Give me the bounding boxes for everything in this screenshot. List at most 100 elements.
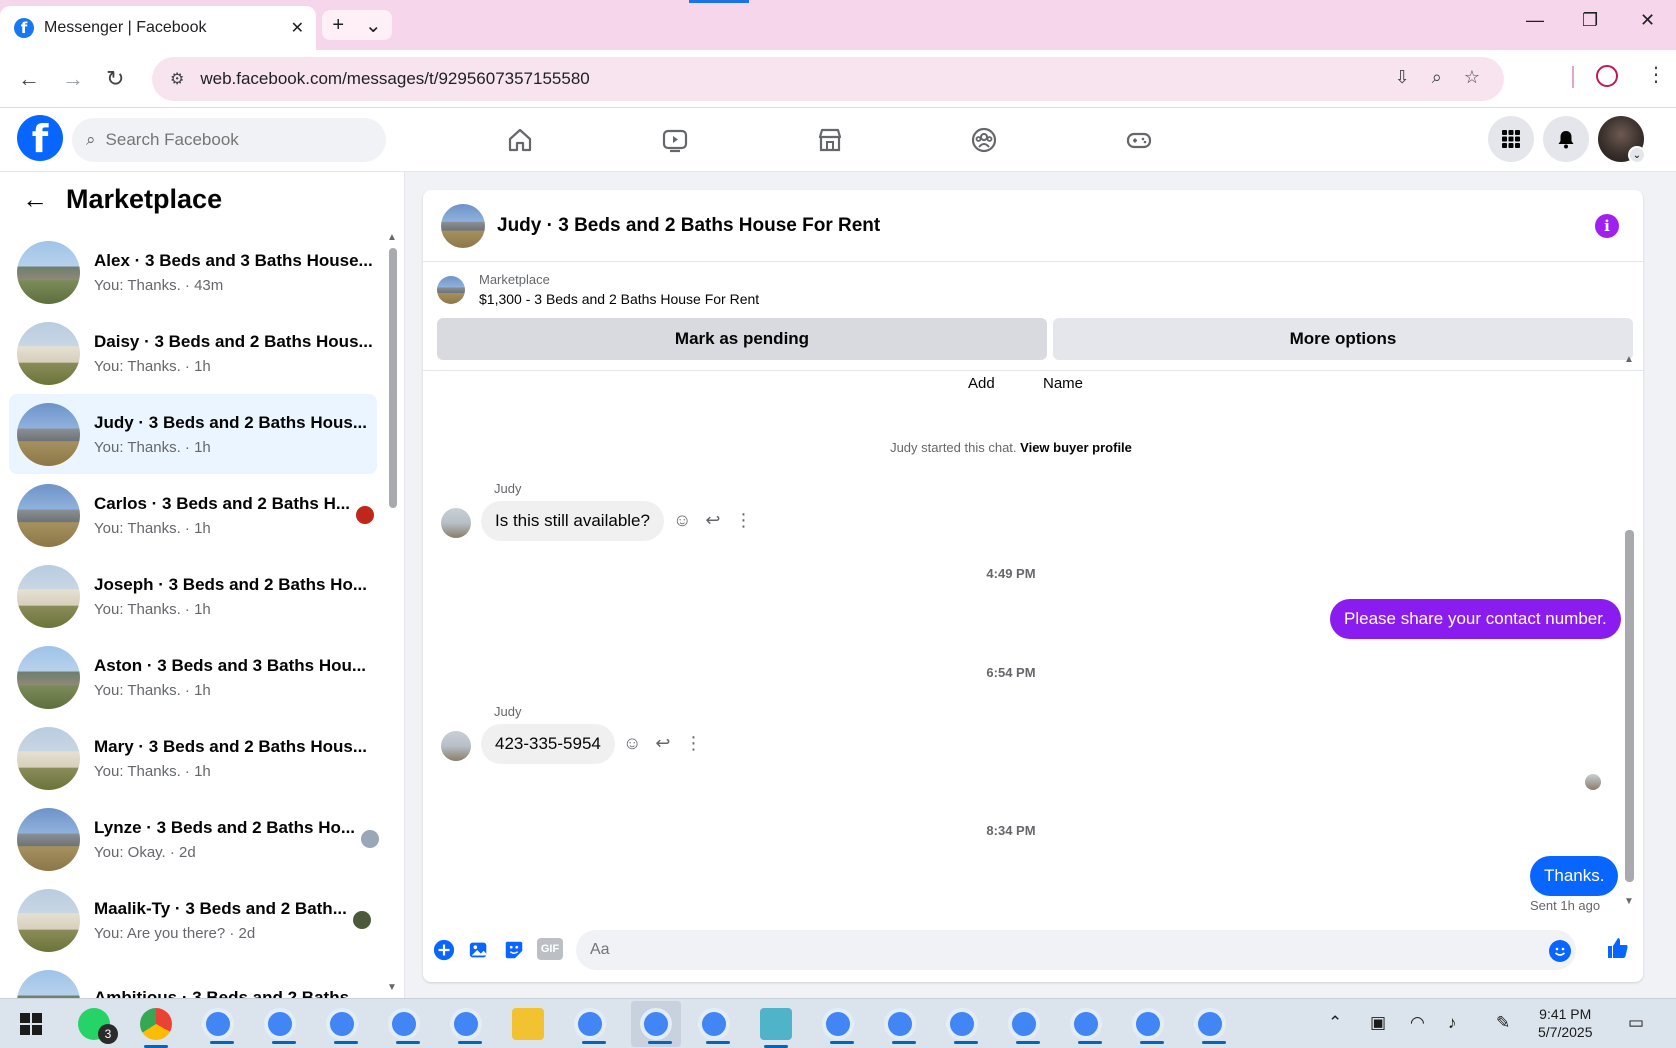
- add-attachment-icon[interactable]: [432, 938, 456, 962]
- photo-icon[interactable]: [467, 938, 491, 962]
- chrome-profile-icon[interactable]: [1194, 1008, 1226, 1044]
- chrome-profile-icon[interactable]: [202, 1008, 234, 1044]
- marketplace-icon[interactable]: [808, 118, 852, 162]
- conversation-item[interactable]: Maalik-Ty · 3 Beds and 2 Bath... You: Are…: [9, 880, 377, 960]
- chrome-profile-icon[interactable]: [1070, 1008, 1102, 1044]
- conversation-text: Carlos · 3 Beds and 2 Baths H... You: Tha…: [94, 494, 350, 537]
- reply-icon[interactable]: ↩: [655, 733, 670, 754]
- chevron-up-icon[interactable]: ⌃: [1328, 1013, 1342, 1033]
- chrome-profile-icon[interactable]: [946, 1008, 978, 1044]
- account-avatar[interactable]: ⌄: [1598, 116, 1646, 164]
- more-options-button[interactable]: More options: [1053, 318, 1633, 360]
- chrome-profile-icon[interactable]: [640, 1008, 672, 1044]
- url-text[interactable]: web.facebook.com/messages/t/929560735715…: [200, 69, 589, 89]
- conversation-item[interactable]: Ambitious · 3 Beds and 2 Baths ...: [9, 961, 377, 998]
- conversation-item[interactable]: Alex · 3 Beds and 3 Baths House... You: T…: [9, 232, 377, 312]
- reload-icon[interactable]: ↻: [106, 66, 124, 92]
- chat-scrollbar[interactable]: [1625, 530, 1634, 882]
- gaming-icon[interactable]: [1117, 118, 1161, 162]
- react-icon[interactable]: ☺: [623, 733, 641, 754]
- view-buyer-profile-link[interactable]: View buyer profile: [1020, 440, 1132, 455]
- chat-listing-thumbnail[interactable]: [441, 203, 485, 248]
- tab-close-icon[interactable]: ✕: [291, 18, 304, 38]
- scroll-down-icon[interactable]: ▼: [387, 982, 397, 993]
- sidebar-scrollbar[interactable]: [389, 248, 397, 508]
- install-app-icon[interactable]: ⇩: [1395, 67, 1410, 88]
- mark-as-pending-button[interactable]: Mark as pending: [437, 318, 1047, 360]
- volume-icon[interactable]: ♪: [1448, 1013, 1457, 1033]
- browser-menu-icon[interactable]: ⋮: [1646, 62, 1666, 87]
- conversation-item[interactable]: Carlos · 3 Beds and 2 Baths H... You: Tha…: [9, 475, 377, 555]
- chrome-profile-icon[interactable]: [884, 1008, 916, 1044]
- meet-now-icon[interactable]: ▣: [1370, 1013, 1386, 1033]
- tab-search-button[interactable]: ⌄: [365, 13, 382, 38]
- groups-icon[interactable]: [962, 118, 1006, 162]
- facebook-logo[interactable]: f: [17, 115, 63, 161]
- sender-avatar[interactable]: [441, 731, 471, 761]
- conversation-item[interactable]: Judy · 3 Beds and 2 Baths Hous... You: Th…: [9, 394, 377, 474]
- info-icon[interactable]: i: [1595, 214, 1619, 238]
- scroll-down-icon[interactable]: ▼: [1624, 896, 1634, 907]
- chrome-profile-icon[interactable]: [1132, 1008, 1164, 1044]
- scroll-up-icon[interactable]: ▲: [1624, 354, 1634, 365]
- notifications-button[interactable]: [1543, 116, 1589, 162]
- chrome-profile-icon[interactable]: [388, 1008, 420, 1044]
- listing-summary[interactable]: Marketplace $1,300 - 3 Beds and 2 Baths …: [437, 272, 759, 307]
- chrome-profile-icon[interactable]: [698, 1008, 730, 1044]
- reply-icon[interactable]: ↩: [705, 510, 720, 531]
- whatsapp-icon[interactable]: 3: [78, 1008, 118, 1044]
- message-input[interactable]: [576, 930, 1576, 970]
- more-icon[interactable]: ⋮: [734, 510, 752, 531]
- gif-icon[interactable]: GIF: [537, 938, 563, 960]
- chrome-profile-icon[interactable]: [450, 1008, 482, 1044]
- outgoing-message[interactable]: Thanks.: [1530, 856, 1619, 896]
- more-icon[interactable]: ⋮: [684, 733, 702, 754]
- thumbs-up-icon[interactable]: [1606, 936, 1630, 960]
- incoming-message[interactable]: Is this still available?: [481, 501, 664, 541]
- notifications-center-icon[interactable]: ▭: [1628, 1013, 1644, 1033]
- pen-icon[interactable]: ✎: [1496, 1013, 1510, 1033]
- zoom-icon[interactable]: ⌕: [1432, 67, 1442, 88]
- incoming-message[interactable]: 423-335-5954: [481, 724, 615, 764]
- conversation-item[interactable]: Daisy · 3 Beds and 2 Baths Hous... You: T…: [9, 313, 377, 393]
- minimize-button[interactable]: —: [1526, 10, 1544, 31]
- file-explorer-icon[interactable]: [512, 1008, 544, 1040]
- scroll-up-icon[interactable]: ▲: [387, 232, 397, 243]
- conversation-item[interactable]: Mary · 3 Beds and 2 Baths Hous... You: Th…: [9, 718, 377, 798]
- notepad-icon[interactable]: [760, 1008, 792, 1048]
- home-icon[interactable]: [498, 118, 542, 162]
- conversation-item[interactable]: Lynze · 3 Beds and 2 Baths Ho... You: Oka…: [9, 799, 380, 879]
- react-icon[interactable]: ☺: [673, 510, 691, 531]
- outgoing-message[interactable]: Please share your contact number.: [1330, 599, 1621, 639]
- conversation-item[interactable]: Joseph · 3 Beds and 2 Baths Ho... You: Th…: [9, 556, 377, 636]
- sticker-icon[interactable]: [502, 938, 526, 962]
- facebook-search[interactable]: ⌕: [72, 118, 386, 162]
- chrome-profile-icon[interactable]: [1008, 1008, 1040, 1044]
- restore-button[interactable]: ❐: [1582, 10, 1598, 31]
- back-arrow-icon[interactable]: ←: [22, 184, 48, 215]
- conversation-item[interactable]: Aston · 3 Beds and 3 Baths Hou... You: Th…: [9, 637, 377, 717]
- sender-avatar[interactable]: [441, 508, 471, 538]
- menu-grid-button[interactable]: [1488, 116, 1534, 162]
- new-tab-button[interactable]: +: [332, 14, 344, 37]
- system-clock[interactable]: 9:41 PM 5/7/2025: [1538, 1005, 1593, 1041]
- close-window-button[interactable]: ✕: [1640, 10, 1655, 31]
- url-bar[interactable]: ⚙ web.facebook.com/messages/t/9295607357…: [152, 57, 1504, 101]
- forward-icon[interactable]: →: [62, 66, 84, 92]
- back-icon[interactable]: ←: [18, 66, 40, 92]
- site-info-icon[interactable]: ⚙: [170, 69, 184, 89]
- search-input[interactable]: [105, 130, 356, 150]
- emoji-icon[interactable]: [1549, 940, 1571, 962]
- chrome-profile-icon[interactable]: [264, 1008, 296, 1044]
- chrome-profile-icon[interactable]: [822, 1008, 854, 1044]
- chat-title[interactable]: Judy · 3 Beds and 2 Baths House For Rent: [497, 215, 880, 237]
- bookmark-star-icon[interactable]: ☆: [1464, 67, 1480, 88]
- video-icon[interactable]: [653, 118, 697, 162]
- chrome-icon[interactable]: [140, 1008, 172, 1048]
- chrome-profile-icon[interactable]: [574, 1008, 606, 1044]
- wifi-icon[interactable]: ◠: [1410, 1013, 1425, 1033]
- chrome-profile-icon[interactable]: [326, 1008, 358, 1044]
- windows-start-icon[interactable]: [20, 1013, 42, 1040]
- browser-tab[interactable]: f Messenger | Facebook ✕: [0, 6, 316, 50]
- profile-icon[interactable]: [1596, 65, 1618, 87]
